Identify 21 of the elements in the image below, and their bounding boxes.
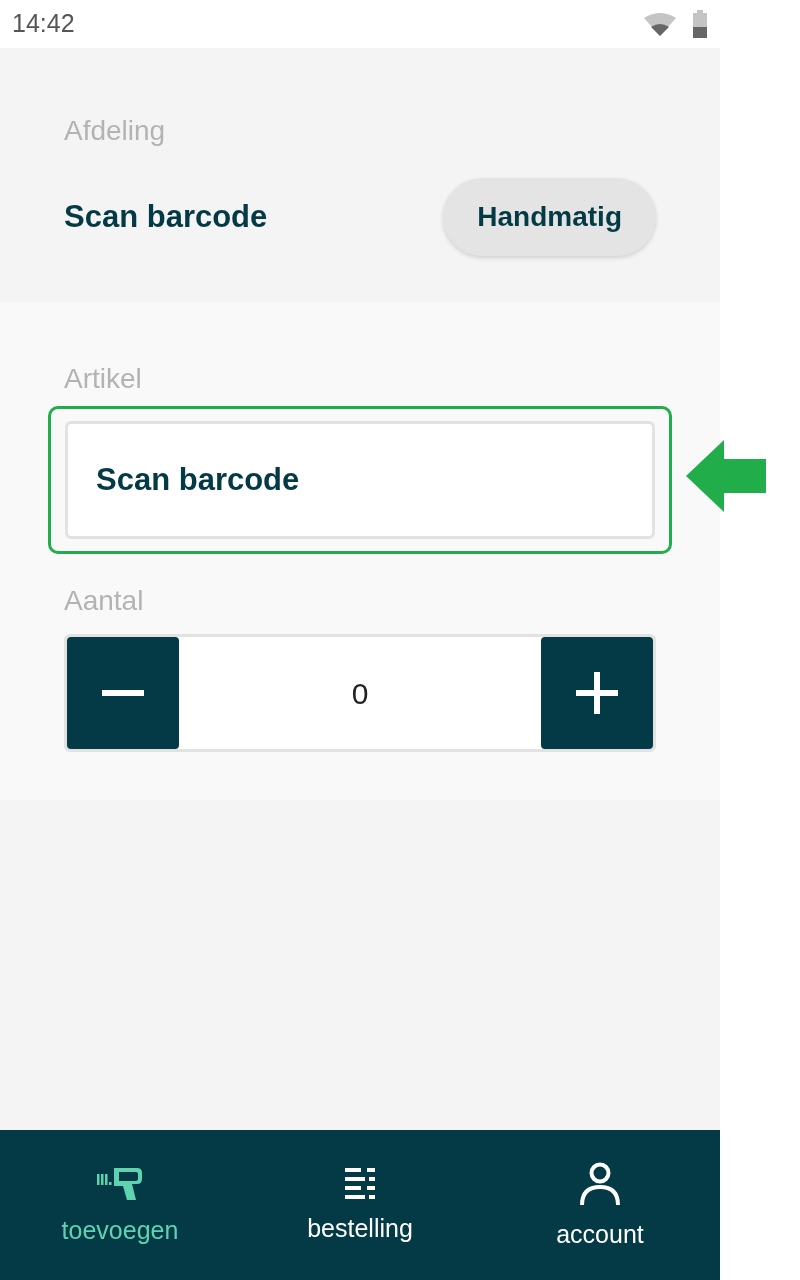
- arrow-icon: [686, 440, 766, 512]
- barcode-field[interactable]: Scan barcode: [65, 421, 655, 539]
- manual-button[interactable]: Handmatig: [443, 178, 656, 256]
- article-label: Artikel: [63, 362, 143, 396]
- minus-icon: [102, 690, 144, 696]
- nav-tab[interactable]: toevoegen: [0, 1130, 240, 1280]
- scan-barcode-text[interactable]: Scan barcode: [64, 193, 268, 241]
- status-time: 14:42: [12, 8, 75, 40]
- quantity-label: Aantal: [63, 584, 145, 618]
- nav-tab[interactable]: account: [480, 1130, 720, 1280]
- nav-tab[interactable]: bestelling: [240, 1130, 480, 1280]
- increase-button[interactable]: [541, 637, 653, 749]
- plus-icon: [576, 672, 618, 714]
- quantity-value: 0: [350, 675, 370, 712]
- department-label: Afdeling: [64, 114, 167, 148]
- battery-icon: [692, 10, 708, 38]
- wifi-icon: [644, 12, 676, 36]
- decrease-button[interactable]: [67, 637, 179, 749]
- list-icon: [345, 1167, 375, 1200]
- person-icon: [580, 1161, 620, 1206]
- scanner-icon: [97, 1165, 143, 1202]
